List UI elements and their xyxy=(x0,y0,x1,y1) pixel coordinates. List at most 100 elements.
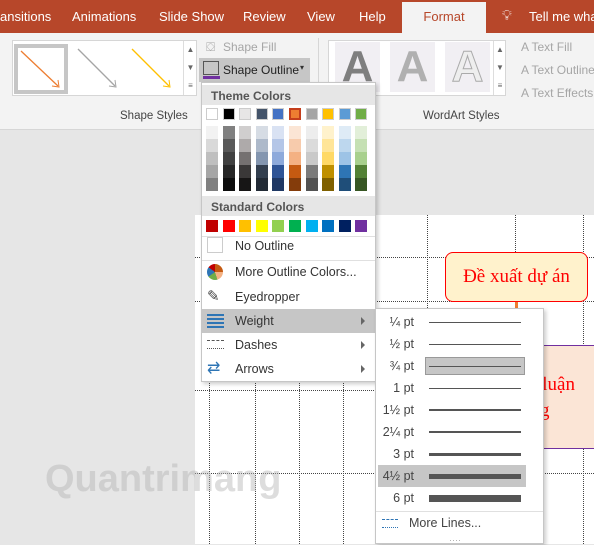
shape-style-gray-arrow[interactable] xyxy=(73,44,127,94)
weight-option[interactable]: 6 pt xyxy=(378,487,526,509)
theme-shade-swatch[interactable] xyxy=(355,178,368,191)
theme-shade-swatch[interactable] xyxy=(239,165,252,178)
shape-style-yellow-arrow[interactable] xyxy=(127,44,181,94)
theme-shade-swatch[interactable] xyxy=(222,165,235,178)
theme-shade-swatch[interactable] xyxy=(355,165,368,178)
theme-shade-swatch[interactable] xyxy=(272,165,285,178)
theme-shade-swatch[interactable] xyxy=(255,178,268,191)
standard-color-swatch[interactable] xyxy=(239,220,252,232)
arrows-item[interactable]: ⇄ Arrows xyxy=(202,357,375,381)
theme-shade-swatch[interactable] xyxy=(206,165,218,178)
standard-color-swatch[interactable] xyxy=(289,220,301,232)
theme-color-swatch[interactable] xyxy=(206,108,218,120)
tab-help[interactable]: Help xyxy=(359,9,386,24)
theme-color-swatch[interactable] xyxy=(289,108,301,120)
text-fill-button[interactable]: A Text Fill xyxy=(521,40,572,54)
standard-color-swatch[interactable] xyxy=(222,220,235,232)
weight-option[interactable]: ¾ pt xyxy=(378,355,526,377)
tab-review[interactable]: Review xyxy=(243,9,286,24)
weight-option[interactable]: ½ pt xyxy=(378,333,526,355)
theme-shade-swatch[interactable] xyxy=(305,165,318,178)
theme-shade-swatch[interactable] xyxy=(255,165,268,178)
theme-shade-swatch[interactable] xyxy=(222,178,235,191)
theme-shade-swatch[interactable] xyxy=(338,139,351,152)
theme-shade-swatch[interactable] xyxy=(272,126,285,139)
more-lines-item[interactable]: More Lines... xyxy=(378,513,528,535)
theme-shade-swatch[interactable] xyxy=(322,178,335,191)
standard-color-swatch[interactable] xyxy=(338,220,351,232)
theme-shade-swatch[interactable] xyxy=(322,126,335,139)
shape-de-xuat-du-an[interactable]: Đề xuất dự án xyxy=(445,252,588,302)
theme-shade-swatch[interactable] xyxy=(255,152,268,165)
theme-shade-swatch[interactable] xyxy=(206,178,218,191)
tab-transitions[interactable]: ansitions xyxy=(0,9,51,24)
theme-shade-swatch[interactable] xyxy=(272,139,285,152)
theme-shade-swatch[interactable] xyxy=(222,139,235,152)
theme-shade-swatch[interactable] xyxy=(206,126,218,139)
theme-shade-swatch[interactable] xyxy=(255,126,268,139)
tell-me-search[interactable]: Tell me wha xyxy=(529,9,594,24)
theme-shade-swatch[interactable] xyxy=(222,152,235,165)
theme-shade-swatch[interactable] xyxy=(206,139,218,152)
shape-style-orange-arrow[interactable] xyxy=(14,44,68,94)
theme-shade-swatch[interactable] xyxy=(338,152,351,165)
theme-color-swatch[interactable] xyxy=(239,108,252,120)
theme-shade-swatch[interactable] xyxy=(338,178,351,191)
more-outline-colors-item[interactable]: More Outline Colors... xyxy=(202,260,375,284)
eyedropper-item[interactable]: ✎ Eyedropper xyxy=(202,285,375,309)
weight-item[interactable]: Weight xyxy=(202,309,375,333)
tab-view[interactable]: View xyxy=(307,9,335,24)
theme-shade-swatch[interactable] xyxy=(239,152,252,165)
standard-color-swatch[interactable] xyxy=(272,220,285,232)
standard-color-swatch[interactable] xyxy=(305,220,318,232)
theme-shade-swatch[interactable] xyxy=(338,165,351,178)
theme-color-swatch[interactable] xyxy=(272,108,285,120)
weight-option[interactable]: ¼ pt xyxy=(378,311,526,333)
no-outline-item[interactable]: No Outline xyxy=(202,234,375,258)
theme-shade-swatch[interactable] xyxy=(338,126,351,139)
theme-shade-swatch[interactable] xyxy=(255,139,268,152)
tab-animations[interactable]: Animations xyxy=(72,9,136,24)
theme-shade-swatch[interactable] xyxy=(305,139,318,152)
wordart-style-3[interactable]: A xyxy=(445,42,490,92)
theme-shade-swatch[interactable] xyxy=(322,139,335,152)
theme-shade-swatch[interactable] xyxy=(289,139,301,152)
theme-shade-swatch[interactable] xyxy=(305,178,318,191)
theme-shade-swatch[interactable] xyxy=(322,152,335,165)
weight-option[interactable]: 3 pt xyxy=(378,443,526,465)
theme-shade-swatch[interactable] xyxy=(272,178,285,191)
theme-shade-swatch[interactable] xyxy=(305,126,318,139)
standard-color-swatch[interactable] xyxy=(355,220,368,232)
gallery-scroll[interactable]: ▲ ▼ ≡ xyxy=(183,41,197,95)
wordart-style-2[interactable]: A xyxy=(390,42,435,92)
shape-second-box[interactable]: o luận g xyxy=(528,345,594,449)
text-outline-button[interactable]: A Text Outline xyxy=(521,63,594,77)
wordart-gallery-scroll[interactable]: ▲ ▼ ≡ xyxy=(493,41,506,95)
shape-fill-button[interactable]: Shape Fill xyxy=(223,40,276,54)
theme-shade-swatch[interactable] xyxy=(355,139,368,152)
theme-color-swatch[interactable] xyxy=(338,108,351,120)
theme-shade-swatch[interactable] xyxy=(289,178,301,191)
theme-shade-swatch[interactable] xyxy=(272,152,285,165)
tab-slide-show[interactable]: Slide Show xyxy=(159,9,224,24)
weight-option[interactable]: 1½ pt xyxy=(378,399,526,421)
theme-color-swatch[interactable] xyxy=(355,108,368,120)
theme-shade-swatch[interactable] xyxy=(222,126,235,139)
theme-shade-swatch[interactable] xyxy=(239,126,252,139)
theme-shade-swatch[interactable] xyxy=(355,126,368,139)
theme-shade-swatch[interactable] xyxy=(355,152,368,165)
theme-color-swatch[interactable] xyxy=(222,108,235,120)
standard-color-swatch[interactable] xyxy=(255,220,268,232)
theme-shade-swatch[interactable] xyxy=(289,126,301,139)
theme-shade-swatch[interactable] xyxy=(289,152,301,165)
dashes-item[interactable]: Dashes xyxy=(202,333,375,357)
theme-color-swatch[interactable] xyxy=(322,108,335,120)
theme-shade-swatch[interactable] xyxy=(289,165,301,178)
theme-shade-swatch[interactable] xyxy=(239,178,252,191)
weight-option[interactable]: 1 pt xyxy=(378,377,526,399)
theme-shade-swatch[interactable] xyxy=(305,152,318,165)
weight-option[interactable]: 2¼ pt xyxy=(378,421,526,443)
standard-color-swatch[interactable] xyxy=(322,220,335,232)
theme-color-swatch[interactable] xyxy=(255,108,268,120)
shape-outline-button[interactable]: Shape Outline ▾ xyxy=(199,58,310,82)
